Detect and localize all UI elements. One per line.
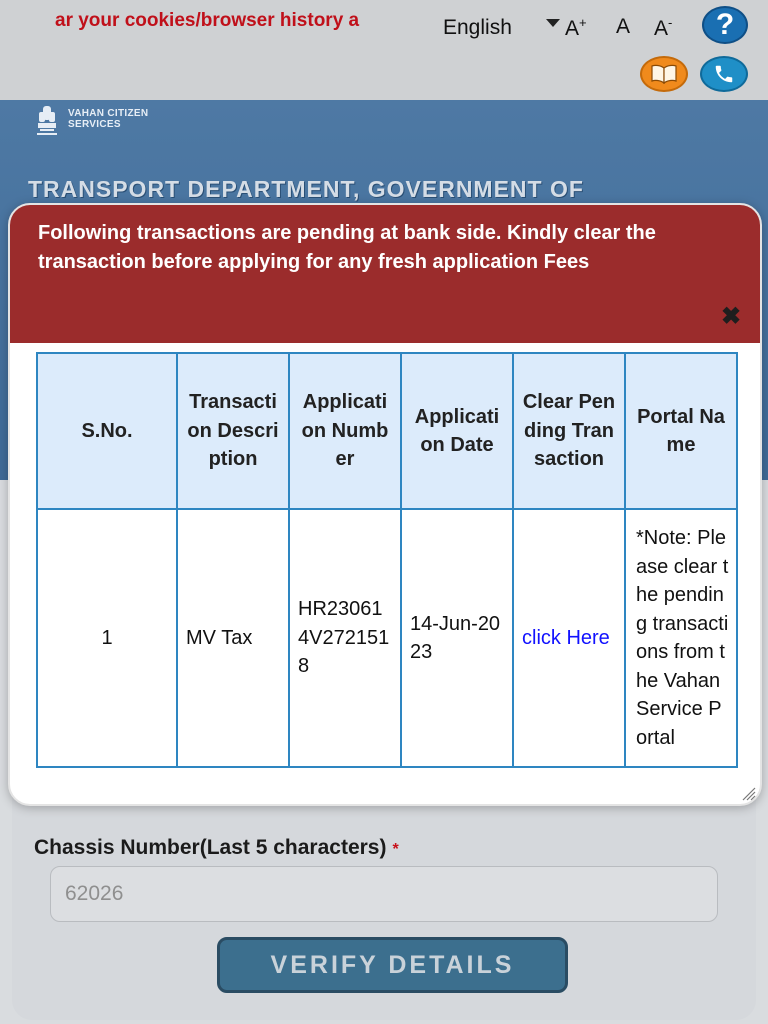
- chevron-down-icon[interactable]: [546, 19, 560, 27]
- cell-description: MV Tax: [176, 508, 290, 768]
- chassis-number-label: Chassis Number(Last 5 characters) *: [34, 836, 399, 859]
- click-here-link[interactable]: click Here: [522, 627, 610, 649]
- font-increase-button[interactable]: A+: [565, 15, 587, 41]
- col-header-application-date: Application Date: [400, 352, 514, 510]
- col-header-sno: S.No.: [36, 352, 178, 510]
- col-header-application-number: Application Number: [288, 352, 402, 510]
- cell-clear-pending: click Here: [512, 508, 626, 768]
- table-row: 1 MV Tax HR230614V2721518 14-Jun-2023 cl…: [36, 508, 738, 768]
- font-decrease-button[interactable]: A-: [654, 15, 672, 41]
- pending-transactions-table: S.No. Transaction Description Applicatio…: [36, 352, 738, 768]
- manual-button[interactable]: [640, 56, 688, 92]
- language-select[interactable]: English: [443, 16, 512, 40]
- help-button[interactable]: ?: [702, 6, 748, 44]
- required-marker: *: [392, 841, 399, 858]
- cell-portal-note: *Note: Please clear the pending transact…: [624, 508, 738, 768]
- font-normal-button[interactable]: A: [616, 15, 630, 39]
- national-emblem-icon: [37, 106, 57, 135]
- pending-transactions-modal: Following transactions are pending at ba…: [8, 203, 762, 806]
- cookie-notice-marquee: ar your cookies/browser history a: [55, 10, 360, 31]
- cell-sno: 1: [36, 508, 178, 768]
- top-bar: ar your cookies/browser history a Englis…: [0, 0, 768, 100]
- col-header-description: Transaction Description: [176, 352, 290, 510]
- verify-details-button[interactable]: VERIFY DETAILS: [217, 937, 568, 993]
- chassis-number-input[interactable]: [50, 866, 718, 922]
- modal-header: Following transactions are pending at ba…: [10, 205, 760, 343]
- phone-icon: [715, 65, 733, 83]
- col-header-clear-pending: Clear Pending Transaction: [512, 352, 626, 510]
- resize-grip-icon[interactable]: [740, 785, 756, 801]
- question-icon: ?: [715, 8, 735, 41]
- cell-application-date: 14-Jun-2023: [400, 508, 514, 768]
- cell-application-number: HR230614V2721518: [288, 508, 402, 768]
- modal-message: Following transactions are pending at ba…: [38, 222, 656, 273]
- book-icon: [651, 64, 677, 84]
- contact-button[interactable]: [700, 56, 748, 92]
- site-name: VAHAN CITIZEN SERVICES: [68, 108, 149, 130]
- close-icon[interactable]: ✖: [721, 305, 741, 329]
- department-title: TRANSPORT DEPARTMENT, GOVERNMENT OF: [28, 176, 584, 202]
- table-header-row: S.No. Transaction Description Applicatio…: [36, 352, 738, 510]
- col-header-portal-name: Portal Name: [624, 352, 738, 510]
